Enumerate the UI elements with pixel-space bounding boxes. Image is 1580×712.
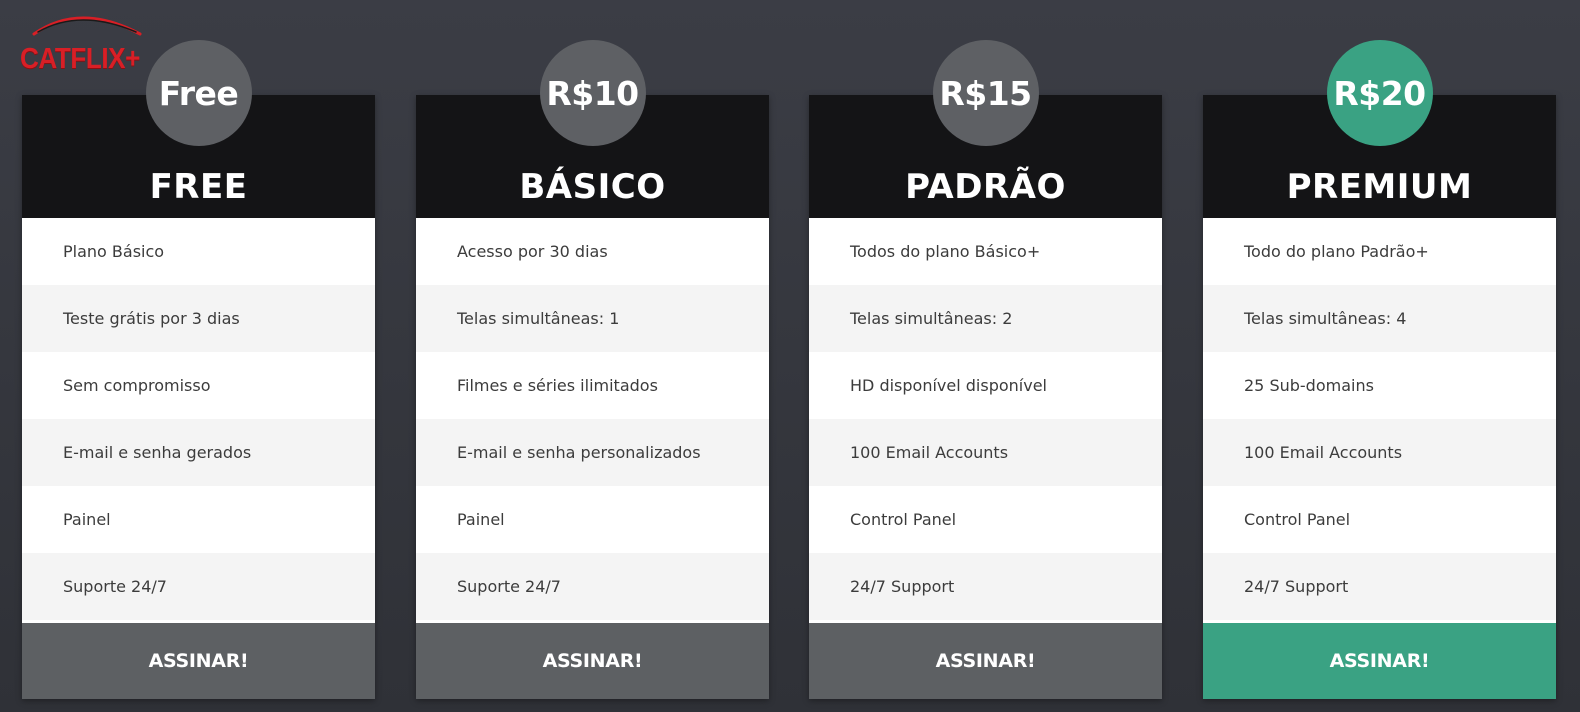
feature-item: 100 Email Accounts bbox=[809, 419, 1162, 486]
feature-item: Painel bbox=[457, 510, 505, 529]
feature-item: Telas simultâneas: 2 bbox=[809, 285, 1162, 352]
plan-card-free: Free FREE Plano Básico Teste grátis por … bbox=[22, 40, 375, 699]
feature-item: Plano Básico bbox=[63, 242, 165, 261]
feature-item: 24/7 Support bbox=[1203, 553, 1556, 620]
feature-item: Suporte 24/7 bbox=[22, 553, 375, 620]
plan-header: R$15 PADRÃO bbox=[809, 40, 1162, 218]
feature-list: Todos do plano Básico+ Telas simultâneas… bbox=[809, 218, 1162, 620]
price-badge: R$10 bbox=[539, 40, 646, 146]
plan-name: PADRÃO bbox=[905, 167, 1066, 207]
plan-header: Free FREE bbox=[22, 40, 375, 218]
plan-header: R$20 PREMIUM bbox=[1203, 40, 1556, 218]
feature-item: Telas simultâneas: 1 bbox=[416, 285, 769, 352]
plan-card-premium: R$20 PREMIUM Todo do plano Padrão+ Telas… bbox=[1203, 40, 1556, 699]
feature-list: Acesso por 30 dias Telas simultâneas: 1 … bbox=[416, 218, 769, 620]
feature-item: E-mail e senha personalizados bbox=[416, 419, 769, 486]
plan-name: PREMIUM bbox=[1286, 167, 1473, 207]
subscribe-button-padrao[interactable]: ASSINAR! bbox=[809, 623, 1162, 699]
feature-item: Acesso por 30 dias bbox=[457, 242, 608, 261]
feature-item: Todos do plano Básico+ bbox=[850, 242, 1041, 261]
plan-header: R$10 BÁSICO bbox=[416, 40, 769, 218]
subscribe-button-premium[interactable]: ASSINAR! bbox=[1203, 623, 1556, 699]
plan-name: FREE bbox=[149, 167, 248, 207]
feature-item: Painel bbox=[63, 510, 111, 529]
plan-card-padrao: R$15 PADRÃO Todos do plano Básico+ Telas… bbox=[809, 40, 1162, 699]
feature-list: Todo do plano Padrão+ Telas simultâneas:… bbox=[1203, 218, 1556, 620]
feature-item: Todo do plano Padrão+ bbox=[1244, 242, 1429, 261]
subscribe-button-free[interactable]: ASSINAR! bbox=[22, 623, 375, 699]
feature-item: Teste grátis por 3 dias bbox=[22, 285, 375, 352]
catflix-logo[interactable]: CATFLIX+ bbox=[20, 8, 170, 78]
price-badge: R$15 bbox=[932, 40, 1039, 146]
feature-item: 25 Sub-domains bbox=[1244, 376, 1374, 395]
feature-item: HD disponível disponível bbox=[850, 376, 1047, 395]
feature-item: 100 Email Accounts bbox=[1203, 419, 1556, 486]
feature-item: Filmes e séries ilimitados bbox=[457, 376, 658, 395]
feature-item: Control Panel bbox=[1244, 510, 1351, 529]
feature-item: Suporte 24/7 bbox=[416, 553, 769, 620]
feature-item: Sem compromisso bbox=[63, 376, 211, 395]
price-badge: R$20 bbox=[1326, 40, 1433, 146]
feature-item: 24/7 Support bbox=[809, 553, 1162, 620]
feature-item: Control Panel bbox=[850, 510, 957, 529]
feature-item: E-mail e senha gerados bbox=[22, 419, 375, 486]
feature-list: Plano Básico Teste grátis por 3 dias Sem… bbox=[22, 218, 375, 620]
logo-arc-icon bbox=[32, 16, 142, 36]
subscribe-button-basico[interactable]: ASSINAR! bbox=[416, 623, 769, 699]
plan-name: BÁSICO bbox=[519, 167, 666, 207]
logo-text: CATFLIX+ bbox=[20, 43, 140, 75]
plan-card-basico: R$10 BÁSICO Acesso por 30 dias Telas sim… bbox=[416, 40, 769, 699]
feature-item: Telas simultâneas: 4 bbox=[1203, 285, 1556, 352]
pricing-plans: Free FREE Plano Básico Teste grátis por … bbox=[0, 0, 1580, 712]
